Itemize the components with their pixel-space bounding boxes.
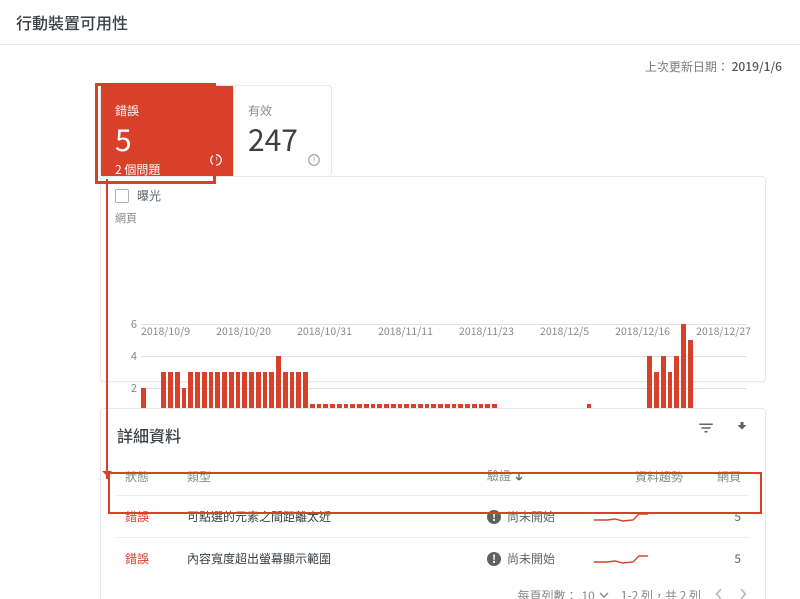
summary-metric-valid[interactable]: 有效 247 ? — [234, 86, 331, 176]
chevron-left-icon[interactable] — [713, 587, 725, 599]
pager-range: 1-2 列，共 2 列 — [621, 587, 701, 599]
download-icon[interactable] — [733, 419, 751, 437]
details-title: 詳細資料 — [117, 423, 749, 447]
filter-icon[interactable] — [697, 419, 715, 437]
summary-metric-error[interactable]: 錯誤 5 2 個問題 ? — [101, 86, 234, 176]
chart-card: 曝光 網頁 6 4 2 0 2018/10/92018/10/202018/10… — [100, 176, 766, 382]
summary-error-value: 5 — [115, 121, 219, 155]
rows-value: 10 — [581, 587, 594, 599]
exclamation-icon: ! — [487, 510, 501, 524]
status-badge: 錯誤 — [125, 508, 149, 525]
help-icon[interactable]: ? — [307, 152, 321, 166]
last-updated-value: 2019/1/6 — [732, 58, 782, 75]
chart-plot[interactable] — [141, 324, 747, 421]
table-row[interactable]: 錯誤 內容寬度超出螢幕顯示範圍! 尚未開始 5 — [117, 538, 749, 580]
col-trend[interactable]: 資料趨勢 — [585, 463, 691, 496]
svg-text:?: ? — [214, 156, 217, 166]
page-count: 5 — [734, 508, 741, 525]
chevron-right-icon[interactable] — [737, 587, 749, 599]
sort-down-icon — [514, 468, 524, 485]
exposure-label: 曝光 — [137, 187, 161, 204]
col-type[interactable]: 類型 — [179, 463, 479, 496]
exposure-checkbox[interactable] — [115, 189, 129, 203]
col-status[interactable]: 狀態 — [117, 463, 179, 496]
details-card: 詳細資料 狀態 類型 驗證 — [100, 408, 766, 599]
rows-label: 每頁列數： — [517, 587, 577, 599]
chart-y-label: 網頁 — [115, 210, 751, 226]
issue-type: 內容寬度超出螢幕顯示範圍 — [187, 550, 331, 567]
annotation-arrow — [106, 179, 108, 479]
col-pages[interactable]: 網頁 — [691, 463, 749, 496]
validation-status: 尚未開始 — [507, 508, 555, 525]
chart-bar[interactable] — [681, 324, 686, 420]
summary-valid-label: 有效 — [248, 102, 317, 119]
chevron-down-icon — [599, 587, 609, 599]
svg-text:?: ? — [312, 156, 315, 166]
summary-error-sub: 2 個問題 — [115, 161, 219, 178]
issue-type: 可點選的元素之間距離太近 — [187, 508, 331, 525]
sparkline — [593, 552, 649, 566]
pager: 每頁列數： 10 1-2 列，共 2 列 — [117, 587, 749, 599]
validation-status: 尚未開始 — [507, 550, 555, 567]
issues-table: 狀態 類型 驗證 資料趨勢 網頁 錯誤可點選的元素之間距離太近!尚未開始5錯誤內… — [117, 463, 749, 579]
page-count: 5 — [734, 550, 741, 567]
page-title: 行動裝置可用性 — [0, 0, 800, 45]
last-updated-label: 上次更新日期： — [645, 58, 729, 75]
table-header-row: 狀態 類型 驗證 資料趨勢 網頁 — [117, 463, 749, 496]
summary-card: 錯誤 5 2 個問題 ? 有效 247 ? — [100, 85, 332, 176]
last-updated: 上次更新日期： 2019/1/6 — [645, 58, 782, 75]
col-valid[interactable]: 驗證 — [479, 463, 585, 496]
rows-per-page[interactable]: 每頁列數： 10 — [517, 587, 608, 599]
help-icon[interactable]: ? — [209, 152, 223, 166]
sparkline — [593, 510, 649, 524]
summary-error-label: 錯誤 — [115, 102, 219, 119]
table-row[interactable]: 錯誤 可點選的元素之間距離太近! 尚未開始 5 — [117, 496, 749, 538]
exclamation-icon: ! — [487, 552, 501, 566]
chart-y-axis: 6 4 2 0 — [115, 324, 137, 420]
status-badge: 錯誤 — [125, 550, 149, 567]
summary-valid-value: 247 — [248, 121, 317, 155]
